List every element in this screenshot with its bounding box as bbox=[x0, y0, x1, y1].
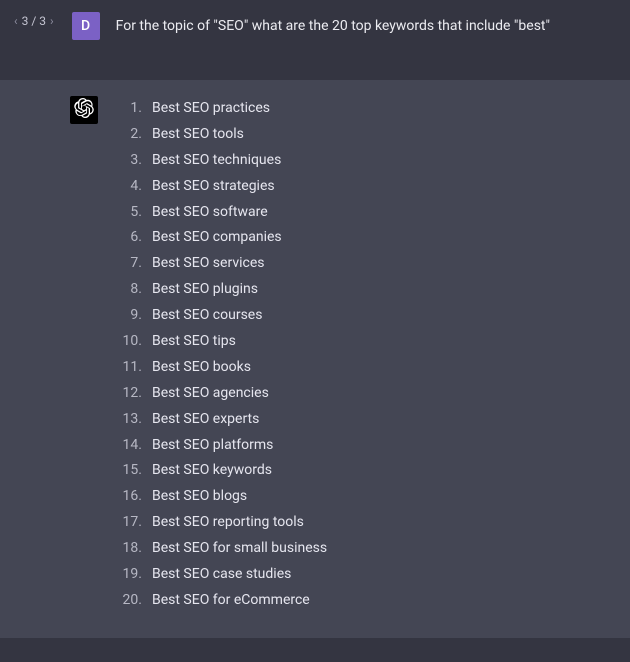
assistant-message-row: Best SEO practicesBest SEO toolsBest SEO… bbox=[0, 80, 630, 638]
keyword-text: Best SEO books bbox=[152, 355, 251, 381]
keyword-text: Best SEO strategies bbox=[152, 174, 275, 200]
keyword-list-item: Best SEO services bbox=[116, 251, 327, 277]
keyword-list-item: Best SEO reporting tools bbox=[116, 510, 327, 536]
pager-prev-icon[interactable]: ‹ bbox=[12, 15, 20, 27]
keyword-list-item: Best SEO practices bbox=[116, 96, 327, 122]
keyword-list-item: Best SEO plugins bbox=[116, 277, 327, 303]
keyword-text: Best SEO plugins bbox=[152, 277, 258, 303]
keyword-list-item: Best SEO for small business bbox=[116, 536, 327, 562]
keyword-text: Best SEO techniques bbox=[152, 148, 281, 174]
keyword-list-item: Best SEO tools bbox=[116, 122, 327, 148]
keyword-text: Best SEO blogs bbox=[152, 484, 247, 510]
keyword-list-item: Best SEO tips bbox=[116, 329, 327, 355]
keyword-text: Best SEO practices bbox=[152, 96, 270, 122]
keyword-text: Best SEO platforms bbox=[152, 433, 273, 459]
keyword-text: Best SEO agencies bbox=[152, 381, 269, 407]
keyword-list-item: Best SEO case studies bbox=[116, 562, 327, 588]
keyword-text: Best SEO companies bbox=[152, 225, 282, 251]
keyword-list-item: Best SEO blogs bbox=[116, 484, 327, 510]
keyword-text: Best SEO software bbox=[152, 200, 268, 226]
keyword-text: Best SEO reporting tools bbox=[152, 510, 304, 536]
keyword-list-item: Best SEO courses bbox=[116, 303, 327, 329]
pager-next-icon[interactable]: › bbox=[48, 15, 56, 27]
keyword-list-item: Best SEO companies bbox=[116, 225, 327, 251]
conversation: ‹ 3 / 3 › D For the topic of "SEO" what … bbox=[0, 0, 630, 638]
assistant-avatar bbox=[70, 96, 98, 124]
keyword-text: Best SEO experts bbox=[152, 407, 259, 433]
keyword-text: Best SEO for eCommerce bbox=[152, 588, 310, 614]
keyword-text: Best SEO keywords bbox=[152, 458, 272, 484]
keyword-text: Best SEO courses bbox=[152, 303, 262, 329]
user-avatar-letter: D bbox=[81, 18, 90, 34]
user-avatar: D bbox=[72, 12, 100, 40]
keyword-list-item: Best SEO techniques bbox=[116, 148, 327, 174]
message-pager: ‹ 3 / 3 › bbox=[12, 14, 56, 28]
keyword-list-item: Best SEO keywords bbox=[116, 458, 327, 484]
keyword-list-item: Best SEO books bbox=[116, 355, 327, 381]
pager-display: 3 / 3 bbox=[22, 14, 46, 28]
user-message-text: For the topic of "SEO" what are the 20 t… bbox=[116, 12, 618, 37]
user-message-row: ‹ 3 / 3 › D For the topic of "SEO" what … bbox=[0, 0, 630, 80]
keyword-list: Best SEO practicesBest SEO toolsBest SEO… bbox=[116, 96, 327, 614]
keyword-text: Best SEO services bbox=[152, 251, 264, 277]
keyword-text: Best SEO for small business bbox=[152, 536, 327, 562]
keyword-list-item: Best SEO software bbox=[116, 200, 327, 226]
openai-icon bbox=[74, 98, 94, 122]
keyword-list-item: Best SEO strategies bbox=[116, 174, 327, 200]
keyword-list-item: Best SEO experts bbox=[116, 407, 327, 433]
keyword-text: Best SEO case studies bbox=[152, 562, 291, 588]
keyword-list-item: Best SEO agencies bbox=[116, 381, 327, 407]
keyword-list-item: Best SEO platforms bbox=[116, 433, 327, 459]
keyword-text: Best SEO tools bbox=[152, 122, 244, 148]
keyword-list-item: Best SEO for eCommerce bbox=[116, 588, 327, 614]
keyword-text: Best SEO tips bbox=[152, 329, 236, 355]
